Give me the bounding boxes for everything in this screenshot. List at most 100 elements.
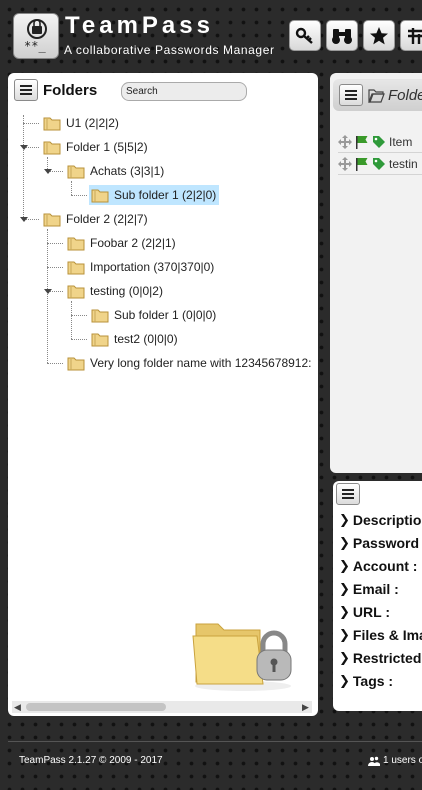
tree-node-label: Achats (3|3|1) xyxy=(90,164,165,178)
footer-divider xyxy=(8,741,422,742)
scrollbar-thumb[interactable] xyxy=(26,703,166,711)
folder-icon xyxy=(91,333,109,347)
details-menu-button[interactable] xyxy=(336,483,360,505)
settings-icon xyxy=(408,27,422,44)
tree-node[interactable]: testing (0|0|2) xyxy=(65,281,166,301)
items-menu-button[interactable] xyxy=(339,84,363,106)
flag-icon xyxy=(356,157,368,171)
detail-files: ❯ Files & Ima xyxy=(339,627,422,643)
folder-lock-illustration-icon xyxy=(192,623,292,691)
folders-menu-button[interactable] xyxy=(14,79,38,101)
item-label: Item xyxy=(389,134,413,149)
tree-connector xyxy=(47,267,63,268)
detail-restricted: ❯ Restricted xyxy=(339,650,422,666)
folder-icon xyxy=(43,117,61,131)
expand-toggle-icon[interactable] xyxy=(20,145,28,150)
tree-connector xyxy=(47,243,63,244)
chevron-right-icon: ❯ xyxy=(339,512,350,527)
item-label: testin xyxy=(389,156,418,171)
tree-node-label: Folder 2 (2|2|7) xyxy=(66,212,148,226)
key-search-icon xyxy=(295,27,313,44)
detail-email: ❯ Email : xyxy=(339,581,399,597)
folder-icon xyxy=(43,141,61,155)
chevron-right-icon: ❯ xyxy=(339,650,350,665)
users-online: 1 users o xyxy=(368,755,422,766)
tree-connector xyxy=(23,115,24,217)
item-row[interactable]: Item xyxy=(338,131,422,153)
tree-connector xyxy=(47,363,63,364)
tree-node-selected[interactable]: Sub folder 1 (2|2|0) xyxy=(89,185,220,205)
folder-icon xyxy=(67,357,85,371)
scroll-right-icon[interactable]: ▶ xyxy=(302,702,309,713)
tree-node-label: Importation (370|370|0) xyxy=(90,260,215,274)
expand-toggle-icon[interactable] xyxy=(44,169,52,174)
users-icon xyxy=(368,756,380,766)
tree-connector xyxy=(71,181,72,195)
tree-connector xyxy=(71,195,87,196)
tag-icon xyxy=(373,135,385,148)
tree-node[interactable]: test2 (0|0|0) xyxy=(89,329,181,349)
tree-connector xyxy=(71,301,72,339)
find-key-button[interactable] xyxy=(289,20,321,51)
chevron-right-icon: ❯ xyxy=(339,581,350,596)
folder-search-input[interactable] xyxy=(121,82,247,101)
tree-node[interactable]: Folder 2 (2|2|7) xyxy=(41,209,151,229)
tree-node-label: Folder 1 (5|5|2) xyxy=(66,140,148,154)
detail-description: ❯ Descriptio xyxy=(339,512,422,528)
tree-node[interactable]: Importation (370|370|0) xyxy=(65,257,217,277)
folders-title: Folders xyxy=(43,82,98,99)
folder-icon xyxy=(67,285,85,299)
tree-node[interactable]: Folder 1 (5|5|2) xyxy=(41,137,151,157)
horizontal-scrollbar[interactable]: ◀ ▶ xyxy=(12,701,312,713)
folders-panel: Folders U1 (2|2|2) Folder 1 (5|5|2) Acha… xyxy=(8,73,318,716)
tree-node[interactable]: Very long folder name with 12345678912: xyxy=(65,353,315,373)
expand-toggle-icon[interactable] xyxy=(44,289,52,294)
favourites-button[interactable] xyxy=(363,20,395,51)
folder-open-icon xyxy=(368,89,385,103)
settings-button[interactable] xyxy=(400,20,422,51)
detail-password: ❯ Password xyxy=(339,535,420,551)
tree-node-label: Sub folder 1 (2|2|0) xyxy=(114,188,217,202)
tree-node-label: Foobar 2 (2|2|1) xyxy=(90,236,176,250)
star-icon xyxy=(370,26,388,44)
folder-icon xyxy=(91,309,109,323)
tree-node[interactable]: Foobar 2 (2|2|1) xyxy=(65,233,179,253)
chevron-right-icon: ❯ xyxy=(339,673,350,688)
binoculars-icon xyxy=(332,28,352,44)
chevron-right-icon: ❯ xyxy=(339,535,350,550)
detail-url: ❯ URL : xyxy=(339,604,390,620)
tag-icon xyxy=(373,157,385,170)
detail-tags: ❯ Tags : xyxy=(339,673,394,689)
chevron-right-icon: ❯ xyxy=(339,604,350,619)
tree-node-label: test2 (0|0|0) xyxy=(114,332,178,346)
expand-toggle-icon[interactable] xyxy=(20,217,28,222)
flag-icon xyxy=(356,135,368,149)
folder-icon xyxy=(43,213,61,227)
folder-icon xyxy=(67,165,85,179)
item-row[interactable]: testin xyxy=(338,153,422,175)
footer-version: TeamPass 2.1.27 © 2009 - 2017 xyxy=(19,755,163,766)
tree-connector xyxy=(47,229,48,363)
folder-icon xyxy=(67,237,85,251)
tree-node-label: U1 (2|2|2) xyxy=(66,116,119,130)
tree-node-label: testing (0|0|2) xyxy=(90,284,163,298)
svg-text:**_: **_ xyxy=(24,39,46,53)
scroll-left-icon[interactable]: ◀ xyxy=(14,702,21,713)
tree-connector xyxy=(71,315,87,316)
search-items-button[interactable] xyxy=(326,20,358,51)
tree-node[interactable]: Achats (3|3|1) xyxy=(65,161,167,181)
items-panel: Folde Item testin xyxy=(330,73,422,473)
app-subtitle: A collaborative Passwords Manager xyxy=(64,43,275,57)
move-icon[interactable] xyxy=(338,156,352,171)
tree-node-label: Very long folder name with 12345678912: xyxy=(90,356,312,370)
tree-node[interactable]: U1 (2|2|2) xyxy=(41,113,122,133)
item-details-panel: ❯ Descriptio ❯ Password ❯ Account : ❯ Email … xyxy=(333,481,422,711)
users-online-label: 1 users o xyxy=(383,755,422,766)
padlock-logo-icon: **_ xyxy=(24,19,47,53)
move-icon[interactable] xyxy=(338,134,352,149)
chevron-right-icon: ❯ xyxy=(339,558,350,573)
teampass-logo: **_ xyxy=(13,13,59,59)
tree-node[interactable]: Sub folder 1 (0|0|0) xyxy=(89,305,219,325)
chevron-right-icon: ❯ xyxy=(339,627,350,642)
tree-node-label: Sub folder 1 (0|0|0) xyxy=(114,308,217,322)
